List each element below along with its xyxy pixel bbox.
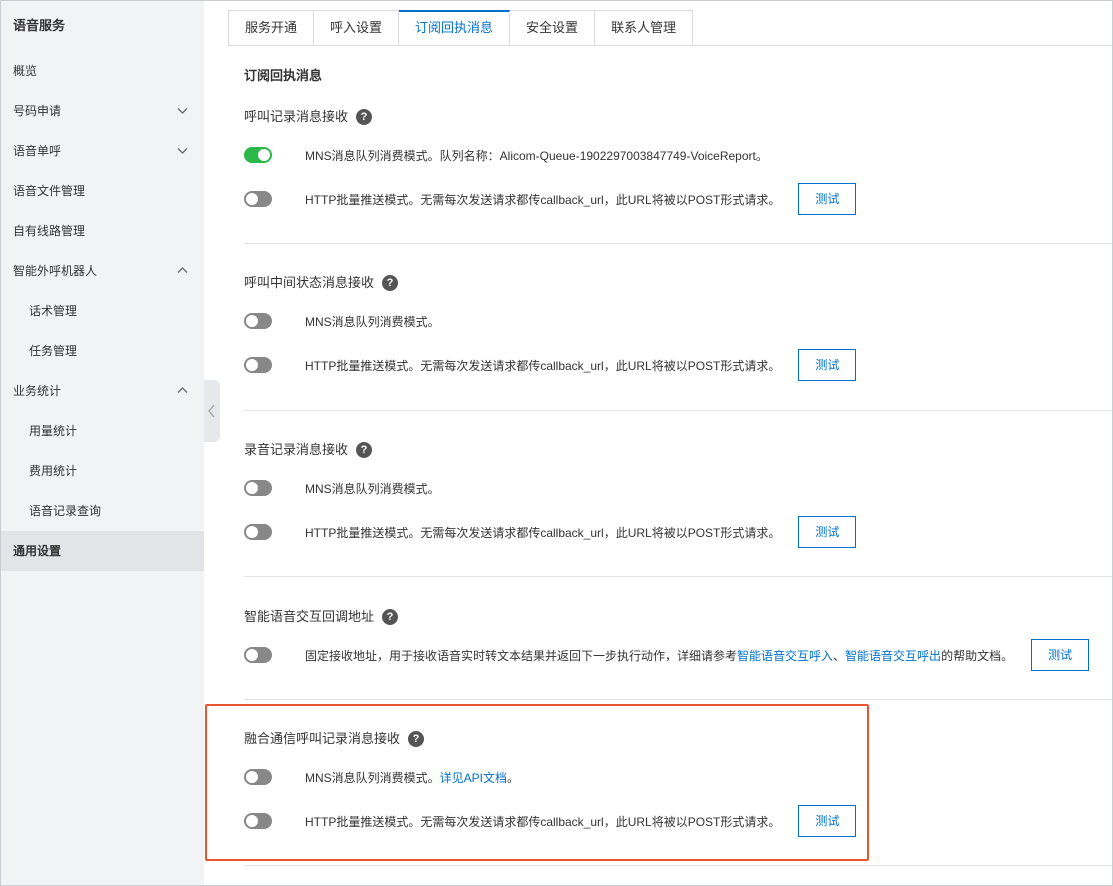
callback-description-text: 固定接收地址，用于接收语音实时转文本结果并返回下一步执行动作，详细请参考 bbox=[305, 648, 738, 663]
sidebar-item-overview[interactable]: 概览 bbox=[1, 51, 204, 91]
test-button[interactable]: 测试 bbox=[798, 516, 857, 548]
sidebar-item-label: 通用设置 bbox=[13, 544, 62, 558]
sidebar-item-business-stats[interactable]: 业务统计 bbox=[1, 371, 204, 411]
sidebar-item-label: 概览 bbox=[13, 64, 38, 78]
help-icon[interactable]: ? bbox=[356, 442, 373, 458]
chevron-up-icon bbox=[177, 385, 188, 396]
chevron-up-icon bbox=[177, 265, 188, 276]
sidebar-item-usage-stats[interactable]: 用量统计 bbox=[1, 411, 204, 451]
section-title: 录音记录消息接收 bbox=[244, 442, 349, 457]
sidebar-item-voice-record-query[interactable]: 语音记录查询 bbox=[1, 491, 204, 531]
sidebar-item-smart-outbound-robot[interactable]: 智能外呼机器人 bbox=[1, 251, 204, 291]
callback-description-suffix: 的帮助文档。 bbox=[941, 648, 1014, 663]
callback-description: 固定接收地址，用于接收语音实时转文本结果并返回下一步执行动作，详细请参考智能语音… bbox=[305, 647, 1013, 664]
help-icon[interactable]: ? bbox=[356, 109, 373, 125]
sidebar-item-label: 业务统计 bbox=[13, 384, 62, 398]
sidebar-item-number-apply[interactable]: 号码申请 bbox=[1, 91, 204, 131]
help-icon[interactable]: ? bbox=[382, 275, 399, 291]
tab-inbound-settings[interactable]: 呼入设置 bbox=[314, 10, 400, 46]
sidebar-item-own-line-manage[interactable]: 自有线路管理 bbox=[1, 211, 204, 251]
callback-toggle[interactable] bbox=[244, 647, 272, 663]
smart-voice-inbound-link[interactable]: 智能语音交互呼入 bbox=[737, 649, 833, 663]
tab-security-settings[interactable]: 安全设置 bbox=[510, 10, 596, 46]
sidebar-item-label: 语音文件管理 bbox=[13, 184, 86, 198]
test-button[interactable]: 测试 bbox=[798, 183, 857, 215]
http-toggle[interactable] bbox=[244, 357, 272, 373]
sidebar-item-label: 用量统计 bbox=[29, 424, 78, 438]
mns-toggle[interactable] bbox=[244, 147, 272, 163]
section-recording-record: 录音记录消息接收? MNS消息队列消费模式。 HTTP批量推送模式。无需每次发送… bbox=[244, 440, 1113, 548]
sidebar-item-voice-single-call[interactable]: 语音单呼 bbox=[1, 131, 204, 171]
tab-bar: 服务开通 呼入设置 订阅回执消息 安全设置 联系人管理 bbox=[228, 10, 694, 46]
section-title: 呼叫记录消息接收 bbox=[244, 109, 349, 124]
section-divider bbox=[244, 699, 1112, 700]
sidebar-item-label: 语音记录查询 bbox=[29, 504, 102, 518]
section-smart-voice-callback: 智能语音交互回调地址? 固定接收地址，用于接收语音实时转文本结果并返回下一步执行… bbox=[244, 607, 1113, 671]
section-divider bbox=[244, 576, 1112, 577]
test-button[interactable]: 测试 bbox=[798, 349, 857, 381]
tab-contact-manage[interactable]: 联系人管理 bbox=[595, 10, 694, 46]
http-toggle[interactable] bbox=[244, 524, 272, 540]
http-description: HTTP批量推送模式。无需每次发送请求都传callback_url，此URL将被… bbox=[305, 525, 781, 540]
http-toggle[interactable] bbox=[244, 191, 272, 207]
sidebar-title: 语音服务 bbox=[13, 18, 66, 33]
tab-subscribe-receipts[interactable]: 订阅回执消息 bbox=[399, 10, 511, 46]
sidebar-item-label: 语音单呼 bbox=[13, 144, 62, 158]
smart-voice-outbound-link[interactable]: 智能语音交互呼出 bbox=[845, 649, 941, 663]
chevron-down-icon bbox=[177, 105, 188, 116]
link-separator: 、 bbox=[833, 648, 846, 663]
sidebar: 语音服务 概览 号码申请 语音单呼 语音文件管理 自有线路管理 智能外呼机器人 … bbox=[0, 0, 204, 886]
help-icon[interactable]: ? bbox=[382, 609, 399, 625]
mns-description: MNS消息队列消费模式。 bbox=[305, 481, 440, 496]
section-divider bbox=[244, 865, 1112, 866]
highlight-box bbox=[205, 704, 869, 861]
http-description: HTTP批量推送模式。无需每次发送请求都传callback_url，此URL将被… bbox=[305, 192, 781, 207]
mns-toggle[interactable] bbox=[244, 480, 272, 496]
sidebar-item-label: 费用统计 bbox=[29, 464, 78, 478]
mns-toggle[interactable] bbox=[244, 313, 272, 329]
sidebar-item-cost-stats[interactable]: 费用统计 bbox=[1, 451, 204, 491]
sidebar-item-task-manage[interactable]: 任务管理 bbox=[1, 331, 204, 371]
section-title: 智能语音交互回调地址 bbox=[244, 609, 375, 624]
http-description: HTTP批量推送模式。无需每次发送请求都传callback_url，此URL将被… bbox=[305, 358, 781, 373]
section-call-record: 呼叫记录消息接收? MNS消息队列消费模式。队列名称：Alicom-Queue-… bbox=[244, 107, 1113, 215]
sidebar-item-general-settings[interactable]: 通用设置 bbox=[1, 531, 204, 571]
section-divider bbox=[244, 243, 1112, 244]
tab-divider bbox=[228, 45, 1112, 46]
sidebar-item-label: 自有线路管理 bbox=[13, 224, 86, 238]
sidebar-item-script-manage[interactable]: 话术管理 bbox=[1, 291, 204, 331]
section-call-intermediate-status: 呼叫中间状态消息接收? MNS消息队列消费模式。 HTTP批量推送模式。无需每次… bbox=[244, 273, 1113, 381]
mns-description: MNS消息队列消费模式。 bbox=[305, 314, 440, 329]
page-title: 订阅回执消息 bbox=[244, 68, 323, 83]
section-divider bbox=[244, 410, 1112, 411]
test-button[interactable]: 测试 bbox=[1031, 639, 1090, 671]
sidebar-item-label: 话术管理 bbox=[29, 304, 78, 318]
mns-description: MNS消息队列消费模式。队列名称：Alicom-Queue-1902297003… bbox=[305, 148, 768, 163]
sidebar-item-label: 号码申请 bbox=[13, 104, 62, 118]
sidebar-item-label: 任务管理 bbox=[29, 344, 78, 358]
sidebar-item-label: 智能外呼机器人 bbox=[13, 264, 98, 278]
sidebar-item-voice-file-manage[interactable]: 语音文件管理 bbox=[1, 171, 204, 211]
chevron-down-icon bbox=[177, 145, 188, 156]
tab-service-activation[interactable]: 服务开通 bbox=[228, 10, 315, 46]
section-title: 呼叫中间状态消息接收 bbox=[244, 275, 375, 290]
